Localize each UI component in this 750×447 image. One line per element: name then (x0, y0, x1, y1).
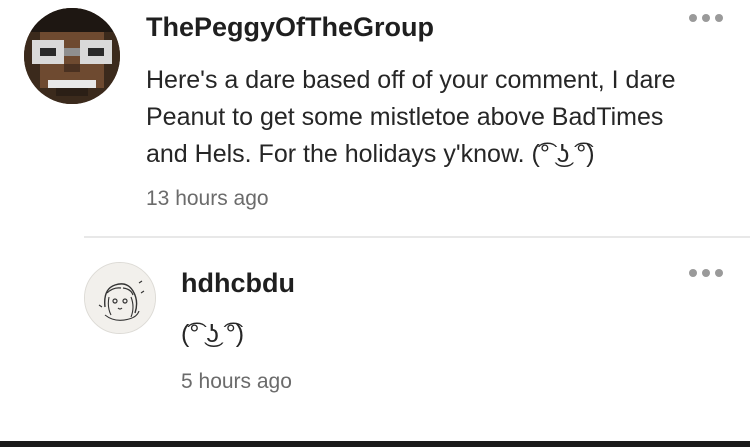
dot (715, 269, 723, 277)
username[interactable]: ThePeggyOfTheGroup (146, 12, 434, 43)
comment-item: ThePeggyOfTheGroup Here's a dare based o… (0, 0, 750, 238)
comment-body: (͡° ͜ʖ ͡°) (181, 320, 245, 348)
dot (689, 14, 697, 22)
pixel-face-icon (24, 8, 120, 104)
avatar[interactable] (24, 8, 120, 104)
dot (702, 14, 710, 22)
comment-body: Here's a dare based off of your comment,… (146, 66, 676, 168)
dot (689, 269, 697, 277)
comment-item: hdhcbdu (͡° ͜ʖ ͡°) 5 hours ago (0, 238, 750, 447)
avatar[interactable] (84, 262, 156, 334)
timestamp: 5 hours ago (181, 370, 292, 393)
dot (715, 14, 723, 22)
comment-thread: ThePeggyOfTheGroup Here's a dare based o… (0, 0, 750, 447)
sketch-drawing-icon (85, 263, 155, 333)
dot (702, 269, 710, 277)
more-options-icon[interactable] (689, 269, 723, 277)
bottom-border (0, 441, 750, 447)
timestamp: 13 hours ago (146, 187, 269, 210)
more-options-icon[interactable] (689, 14, 723, 22)
username[interactable]: hdhcbdu (181, 268, 295, 299)
